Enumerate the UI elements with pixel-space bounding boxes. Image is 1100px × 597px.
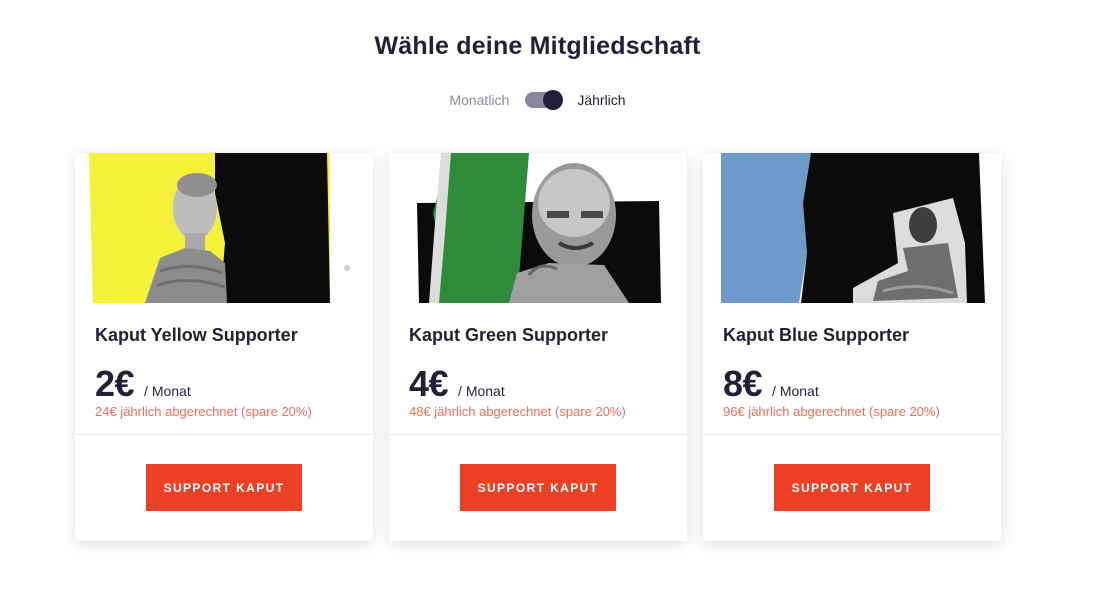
plan-period: / Monat (458, 383, 505, 399)
billing-note: 24€ jährlich abgerechnet (spare 20%) (95, 404, 312, 419)
toggle-label-yearly[interactable]: Jährlich (577, 92, 625, 108)
switch-knob[interactable] (543, 90, 564, 110)
plan-price: 8€ (723, 363, 763, 404)
support-button-green[interactable]: SUPPORT KAPUT (460, 464, 616, 511)
billing-note: 48€ jährlich abgerechnet (spare 20%) (409, 404, 626, 419)
plan-name: Kaput Blue Supporter (723, 325, 910, 345)
toggle-label-monthly[interactable]: Monatlich (449, 92, 509, 108)
card-divider (389, 434, 687, 435)
plan-image-blue (703, 153, 1001, 303)
plan-card-green: Kaput Green Supporter 4€ / Monat 48€ jäh… (389, 153, 687, 541)
support-button-yellow[interactable]: SUPPORT KAPUT (146, 464, 302, 511)
card-divider (703, 434, 1001, 435)
plan-period: / Monat (144, 383, 191, 399)
price-row: 2€ / Monat (95, 363, 191, 405)
plan-name: Kaput Yellow Supporter (95, 325, 298, 345)
billing-switch[interactable] (525, 90, 564, 110)
support-button-blue[interactable]: SUPPORT KAPUT (774, 464, 930, 511)
billing-note: 96€ jährlich abgerechnet (spare 20%) (723, 404, 940, 419)
plan-card-blue: Kaput Blue Supporter 8€ / Monat 96€ jähr… (703, 153, 1001, 541)
price-row: 8€ / Monat (723, 363, 819, 405)
plan-price: 2€ (95, 363, 135, 404)
card-divider (75, 434, 373, 435)
plan-name: Kaput Green Supporter (409, 325, 609, 345)
plan-period: / Monat (772, 383, 819, 399)
plan-card-yellow: Kaput Yellow Supporter 2€ / Monat 24€ jä… (75, 153, 373, 541)
price-row: 4€ / Monat (409, 363, 505, 405)
plan-price: 4€ (409, 363, 449, 404)
page-title: Wähle deine Mitgliedschaft (374, 32, 701, 60)
plan-image-yellow (75, 153, 373, 303)
plan-image-green (389, 153, 687, 303)
billing-period-toggle: Monatlich Jährlich (0, 88, 1075, 112)
